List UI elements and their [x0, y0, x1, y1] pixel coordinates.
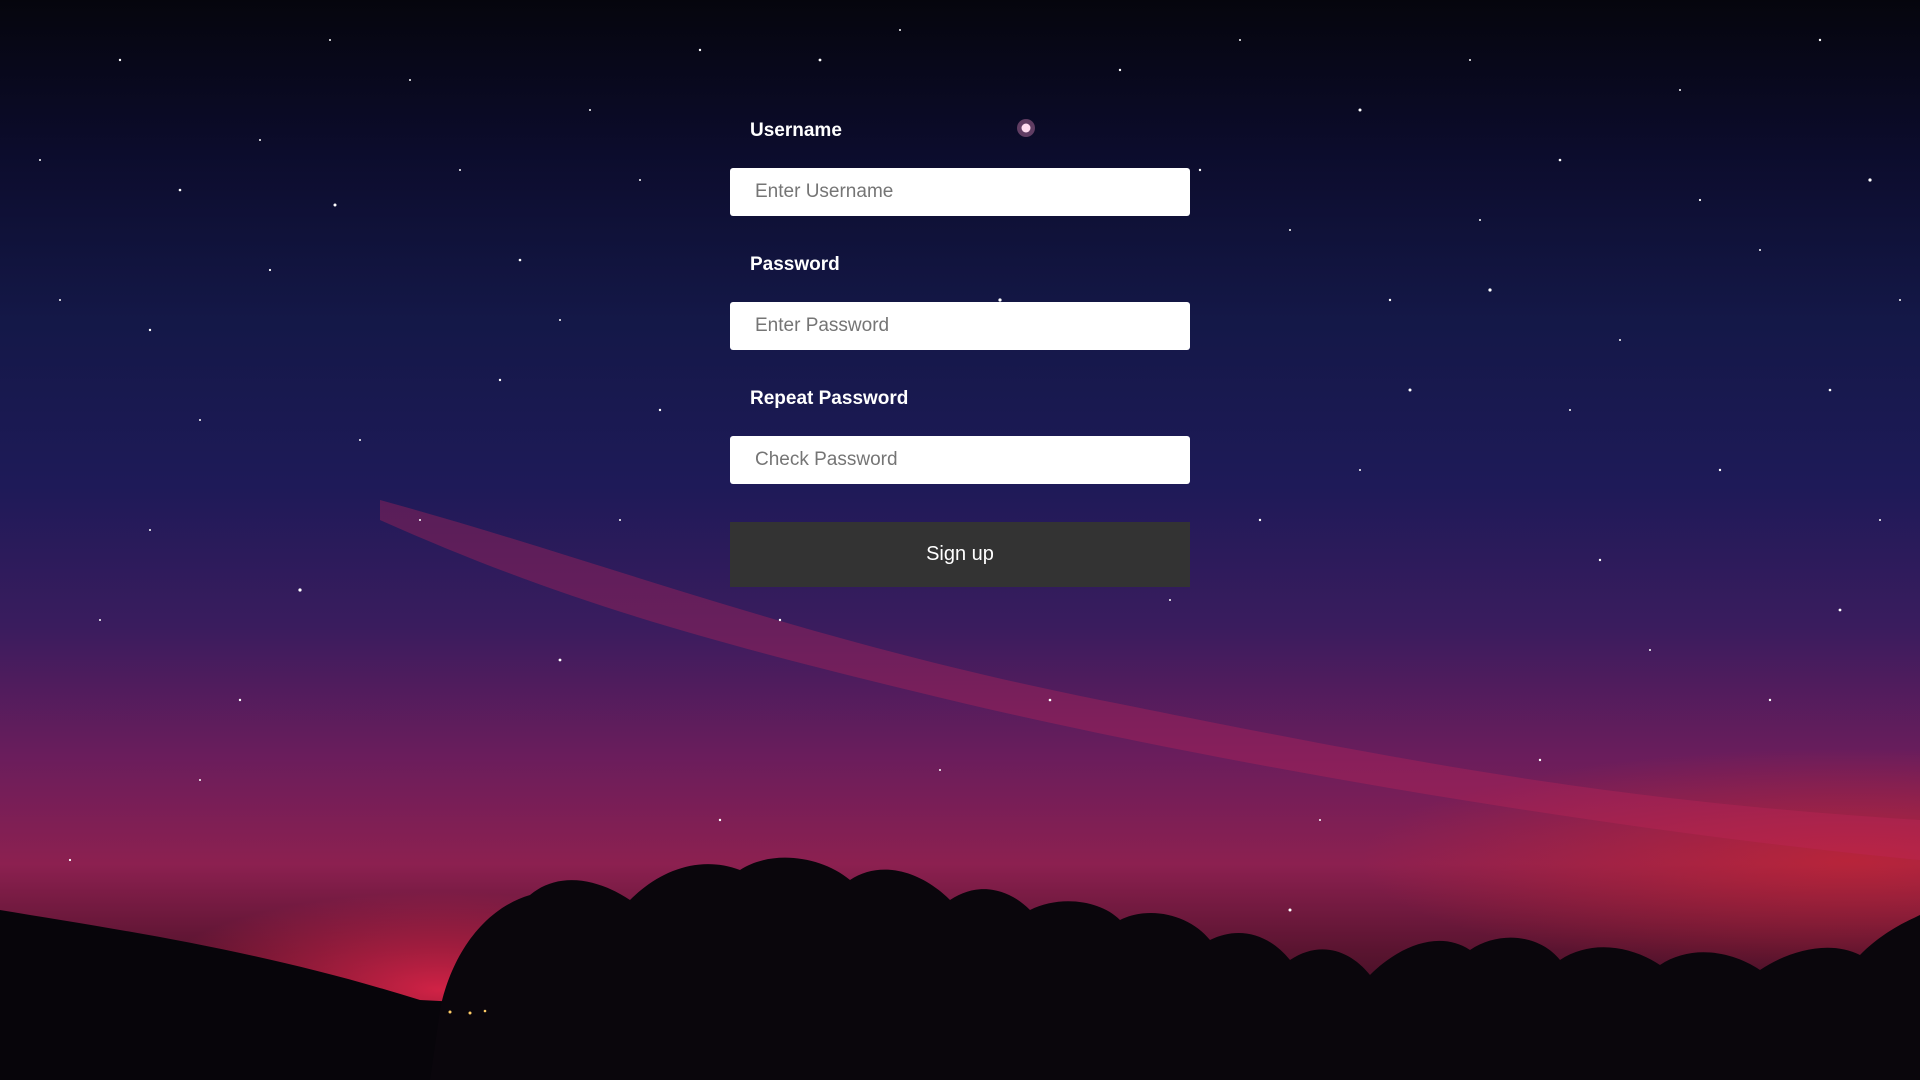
treeline-silhouette — [430, 857, 1920, 1080]
signup-form: Username Password Repeat Password Sign u… — [730, 120, 1190, 587]
repeat-password-input[interactable] — [730, 436, 1190, 484]
password-label: Password — [750, 254, 840, 275]
repeat-password-label: Repeat Password — [750, 388, 909, 409]
username-input[interactable] — [730, 168, 1190, 216]
sign-up-button[interactable]: Sign up — [730, 522, 1190, 587]
password-input[interactable] — [730, 302, 1190, 350]
username-label: Username — [750, 120, 842, 141]
